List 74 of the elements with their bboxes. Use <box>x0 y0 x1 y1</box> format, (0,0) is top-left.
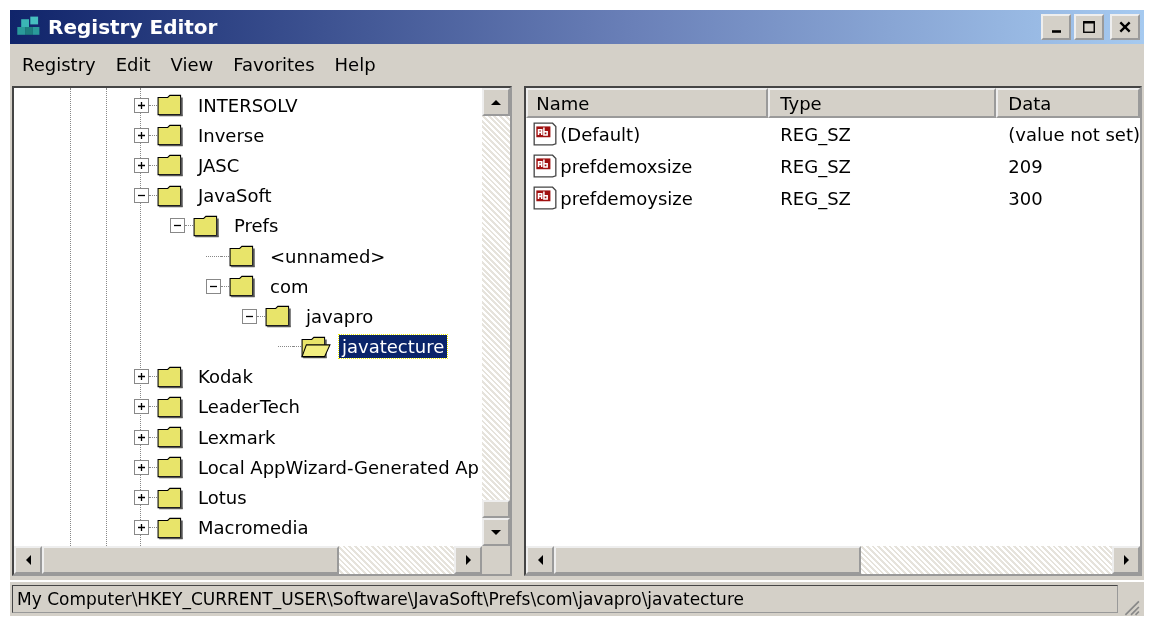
tree-item[interactable]: LeaderTech <box>195 395 304 419</box>
scrollbar-thumb[interactable] <box>554 546 862 574</box>
tree-item[interactable]: com <box>267 274 312 298</box>
collapse-icon[interactable] <box>206 278 221 294</box>
value-data: (value not set) <box>1008 123 1140 145</box>
minimize-button[interactable] <box>1041 14 1071 40</box>
scroll-left-button[interactable] <box>14 546 42 574</box>
window-title: Registry Editor <box>48 15 219 39</box>
scroll-left-button[interactable] <box>526 546 555 574</box>
value-name: prefdemoxsize <box>560 155 693 177</box>
tree-item[interactable]: JASC <box>195 153 243 177</box>
expand-icon[interactable] <box>134 399 149 415</box>
menu-item[interactable]: Edit <box>115 53 151 75</box>
tree-item[interactable]: Prefs <box>231 214 282 238</box>
expand-icon[interactable] <box>134 490 149 506</box>
scrollbar-thumb[interactable] <box>482 500 511 518</box>
column-header[interactable]: Data <box>996 88 1140 118</box>
menu-item[interactable]: Help <box>334 53 376 75</box>
resize-grip-icon[interactable] <box>1122 598 1140 616</box>
value-name: prefdemoysize <box>560 187 693 209</box>
expand-icon[interactable] <box>134 127 149 143</box>
value-data: 209 <box>1008 155 1043 177</box>
column-header[interactable]: Name <box>526 88 769 118</box>
status-bar: My Computer\HKEY_CURRENT_USER\Software\JavaSoft\Prefs\com\javapro\javatecture <box>12 585 1118 613</box>
scroll-down-button[interactable] <box>482 518 511 546</box>
collapse-icon[interactable] <box>242 308 257 324</box>
left-arrow-icon <box>25 555 31 565</box>
scroll-right-button[interactable] <box>1112 546 1140 574</box>
expand-icon[interactable] <box>134 429 149 445</box>
right-arrow-icon <box>465 555 471 565</box>
collapse-icon[interactable] <box>134 188 149 204</box>
value-type: REG_SZ <box>780 123 851 145</box>
collapse-icon[interactable] <box>170 218 185 234</box>
tree-item[interactable]: Local AppWizard-Generated Ap <box>195 455 483 479</box>
value-data: 300 <box>1008 187 1043 209</box>
tree-item[interactable]: <unnamed> <box>267 244 389 268</box>
down-arrow-icon <box>491 529 502 535</box>
tree-item[interactable]: javatecture <box>339 335 448 359</box>
right-arrow-icon <box>1123 555 1129 565</box>
close-button[interactable] <box>1110 14 1140 40</box>
up-arrow-icon <box>491 99 502 105</box>
maximize-button[interactable] <box>1074 14 1104 40</box>
column-header[interactable]: Type <box>768 88 997 118</box>
scroll-up-button[interactable] <box>482 88 511 116</box>
left-arrow-icon <box>537 555 543 565</box>
string-value-icon <box>532 121 559 147</box>
expand-icon[interactable] <box>134 157 149 173</box>
tree-item[interactable]: Macromedia <box>195 516 312 540</box>
value-type: REG_SZ <box>780 155 851 177</box>
scrollbar-corner <box>482 546 511 574</box>
menu-item[interactable]: View <box>170 53 214 75</box>
tree-item[interactable]: javapro <box>303 304 377 328</box>
tree-item[interactable]: Inverse <box>195 123 268 147</box>
tree-item[interactable]: INTERSOLV <box>195 93 301 117</box>
expand-icon[interactable] <box>134 369 149 385</box>
string-value-icon <box>532 185 559 211</box>
menu-item[interactable]: Registry <box>22 53 96 75</box>
tree-item[interactable]: Lexmark <box>195 425 279 449</box>
maximize-icon <box>1082 20 1096 34</box>
minimize-icon <box>1051 29 1061 33</box>
expand-icon[interactable] <box>134 97 149 113</box>
expand-icon[interactable] <box>134 459 149 475</box>
tree-item[interactable]: JavaSoft <box>195 184 275 208</box>
value-name: (Default) <box>560 123 641 145</box>
close-icon <box>1118 20 1132 34</box>
tree-item[interactable]: Lotus <box>195 486 250 510</box>
string-value-icon <box>532 153 559 179</box>
open-folder-icon <box>301 334 331 359</box>
expand-icon[interactable] <box>134 520 149 536</box>
menu-item[interactable]: Favorites <box>233 53 315 75</box>
scroll-right-button[interactable] <box>454 546 483 574</box>
scrollbar-thumb[interactable] <box>42 546 339 574</box>
tree-item[interactable]: Kodak <box>195 365 256 389</box>
value-type: REG_SZ <box>780 187 851 209</box>
